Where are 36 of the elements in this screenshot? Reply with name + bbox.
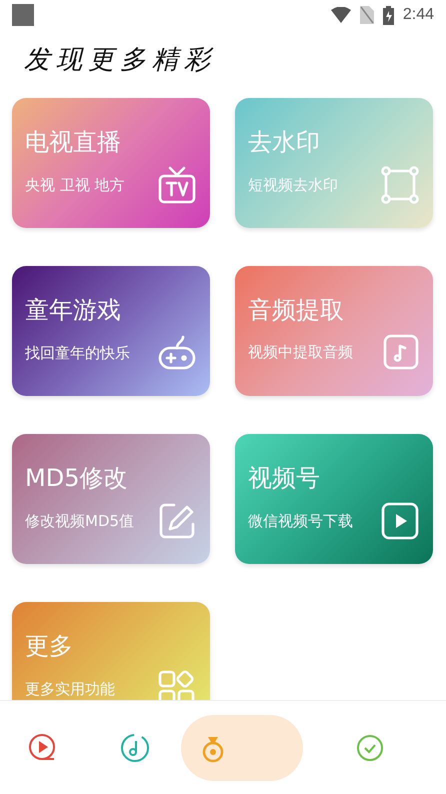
corners-icon [381,166,419,204]
card-title: 更多 [25,631,73,662]
feature-card[interactable]: 音频提取 视频中提取音频 [235,266,433,396]
card-subtitle: 微信视频号下载 [248,512,353,530]
card-subtitle: 视频中提取音频 [248,342,353,362]
feature-card[interactable]: 去水印 短视频去水印 [235,98,433,228]
feature-card[interactable]: 更多 更多实用功能 [12,602,210,700]
music-note-icon [383,334,419,370]
page-title: 发现更多精彩 [23,44,217,77]
card-title: 视频号 [248,463,320,494]
card-title: 童年游戏 [25,295,121,326]
feature-card[interactable]: 电视直播 央视 卫视 地方 [12,98,210,228]
tv-icon [158,166,196,204]
battery-icon [382,6,394,24]
status-time: 2:44 [402,6,434,24]
wifi-icon [330,7,351,23]
card-subtitle: 短视频去水印 [248,176,338,194]
circle-icon [354,732,385,762]
card-subtitle: 修改视频MD5值 [25,512,134,530]
play-circle-icon [28,732,56,762]
card-title: 音频提取 [248,295,344,326]
card-title: 电视直播 [25,127,121,158]
card-title: MD5修改 [25,463,128,494]
feature-card[interactable]: MD5修改 修改视频MD5值 [12,434,210,564]
music-disc-icon [120,732,150,762]
notification-icon [12,4,34,26]
no-sim-icon [360,6,374,24]
pencil-icon [158,502,196,540]
gamepad-icon [158,334,196,372]
card-subtitle: 找回童年的快乐 [25,344,130,362]
feature-card[interactable]: 视频号 微信视频号下载 [235,434,433,564]
feature-card[interactable]: 童年游戏 找回童年的快乐 [12,266,210,396]
card-subtitle: 央视 卫视 地方 [25,176,125,194]
play-icon [381,502,419,540]
card-title: 去水印 [248,127,320,158]
card-subtitle: 更多实用功能 [25,680,115,698]
